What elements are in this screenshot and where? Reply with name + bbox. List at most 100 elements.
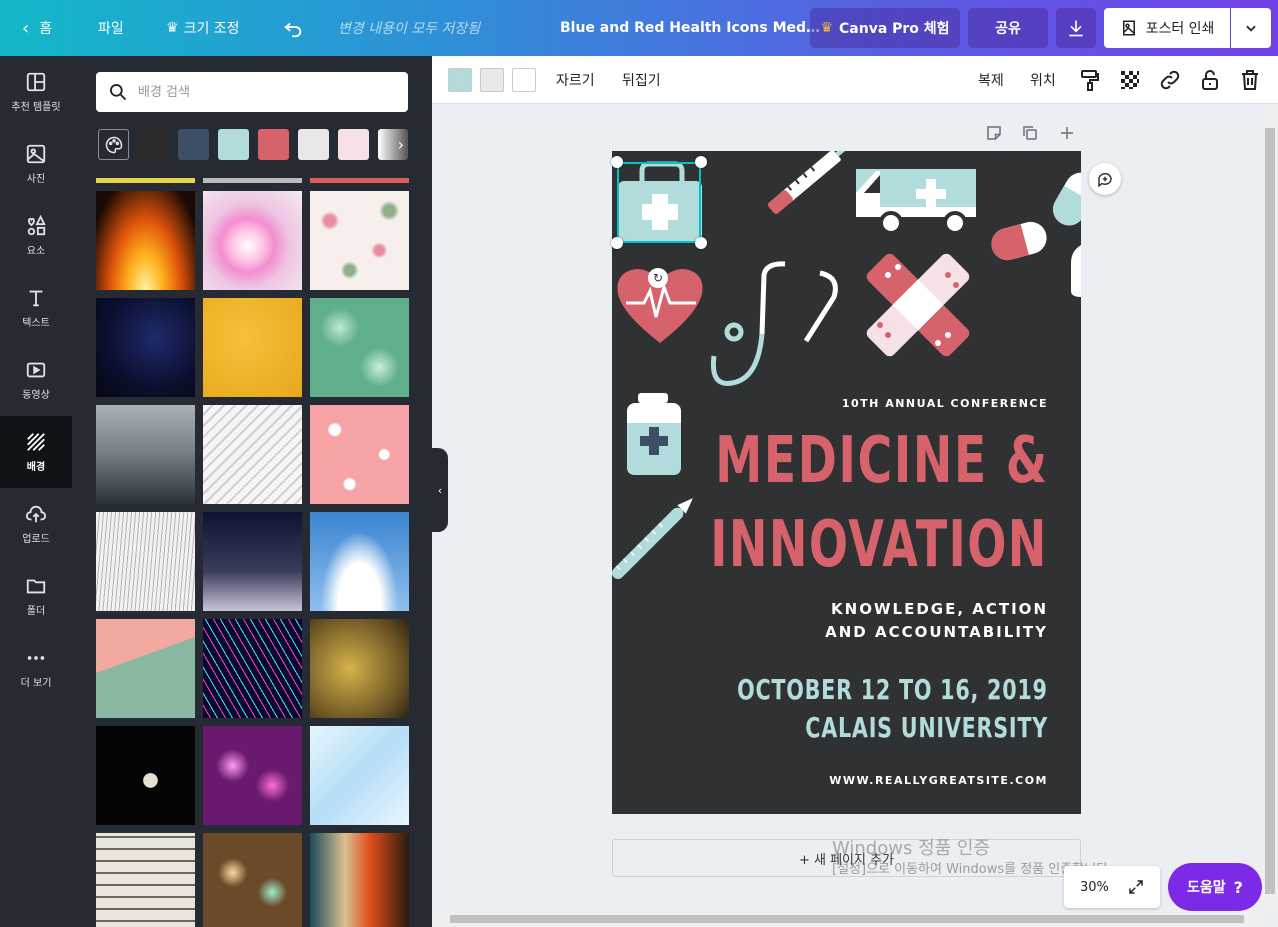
poster-subtitle-line1[interactable]: KNOWLEDGE, ACTION: [831, 600, 1048, 618]
background-thumbnail-ice[interactable]: [310, 726, 409, 825]
pro-trial-button[interactable]: ♛ Canva Pro 체험: [810, 8, 960, 48]
rail-item-folders[interactable]: 폴더: [0, 560, 72, 632]
thumb-partial[interactable]: [96, 178, 195, 183]
background-thumbnail-gold-glitter[interactable]: [310, 619, 409, 718]
poster-kicker[interactable]: 10TH ANNUAL CONFERENCE: [842, 397, 1048, 410]
swatch-2[interactable]: [218, 129, 249, 160]
horizontal-scrollbar[interactable]: [432, 911, 1262, 927]
background-thumbnail-pink-splash[interactable]: [203, 191, 302, 290]
background-search[interactable]: [96, 72, 408, 112]
background-thumbnail-purple-bokeh[interactable]: [203, 726, 302, 825]
background-thumbnail-night-sky[interactable]: [96, 298, 195, 397]
resize-handle[interactable]: [611, 237, 623, 249]
paint-roller-icon[interactable]: [1078, 68, 1102, 92]
poster-website[interactable]: WWW.REALLYGREATSITE.COM: [829, 774, 1048, 787]
download-button[interactable]: [1056, 8, 1096, 48]
copy-page-icon[interactable]: [1021, 124, 1039, 142]
rail-item-text[interactable]: 텍스트: [0, 272, 72, 344]
rail-item-photos[interactable]: 사진: [0, 128, 72, 200]
rail-label: 사진: [26, 174, 46, 185]
rail-item-more[interactable]: 더 보기: [0, 632, 72, 704]
swatch-3[interactable]: [258, 129, 289, 160]
color-swatch-0[interactable]: [448, 68, 472, 92]
fullscreen-icon[interactable]: [1127, 878, 1145, 896]
add-page-icon[interactable]: [1058, 124, 1076, 142]
background-thumbnail-crescent-moon[interactable]: [96, 726, 195, 825]
rail-item-templates[interactable]: 추천 템플릿: [0, 56, 72, 128]
home-button[interactable]: ‹ 홈: [22, 0, 52, 56]
unlock-icon[interactable]: [1198, 68, 1222, 92]
palette-button[interactable]: [98, 129, 129, 160]
note-icon[interactable]: [985, 124, 1003, 142]
background-thumbnail-abstract-paint[interactable]: [310, 833, 409, 927]
background-thumbnail-starry-gradient[interactable]: [203, 512, 302, 611]
save-status: 변경 내용이 모두 저장됨: [338, 21, 481, 37]
scroll-thumb[interactable]: [450, 915, 1244, 923]
poster-venue[interactable]: CALAIS UNIVERSITY: [805, 711, 1048, 744]
swatch-scroll-right[interactable]: ›: [378, 129, 408, 160]
trash-icon[interactable]: [1238, 68, 1262, 92]
background-thumbnail-court-lines[interactable]: [96, 619, 195, 718]
resize-handle[interactable]: [695, 156, 707, 168]
help-label: 도움말: [1187, 880, 1226, 896]
undo-button[interactable]: [282, 0, 304, 56]
background-thumbnail-white-waves[interactable]: [203, 405, 302, 504]
swatch-4[interactable]: [298, 129, 329, 160]
crop-button[interactable]: 자르기: [556, 56, 595, 104]
background-thumbnail-foggy-forest[interactable]: [96, 405, 195, 504]
pill-icon: [991, 221, 1047, 261]
link-icon[interactable]: [1158, 68, 1182, 92]
background-thumbnail-lasers[interactable]: [203, 619, 302, 718]
file-menu[interactable]: 파일: [98, 0, 124, 56]
share-button[interactable]: 공유: [968, 8, 1048, 48]
background-thumbnail-daisies-on-pink[interactable]: [310, 405, 409, 504]
background-thumbnail-floral[interactable]: [310, 191, 409, 290]
left-rail: 추천 템플릿 사진 요소 텍스트 동영상 배경 업로드 폴더 더 보기: [0, 56, 72, 927]
color-swatch-1[interactable]: [480, 68, 504, 92]
background-thumbnail-birch-bark[interactable]: [96, 833, 195, 927]
print-options-button[interactable]: [1231, 8, 1271, 48]
poster-date[interactable]: OCTOBER 12 TO 16, 2019: [737, 673, 1048, 706]
background-thumbnail-white-wood[interactable]: [96, 512, 195, 611]
background-thumbnail-yellow-texture[interactable]: [203, 298, 302, 397]
shapes-icon: [27, 215, 46, 236]
thumb-partial[interactable]: [310, 178, 409, 183]
print-poster-button[interactable]: 포스터 인쇄: [1104, 8, 1230, 48]
poster-title-line1[interactable]: MEDICINE &: [715, 419, 1048, 503]
help-button[interactable]: 도움말 ?: [1168, 863, 1262, 911]
rail-item-background[interactable]: 배경: [0, 416, 72, 488]
background-thumbnail-fire[interactable]: [96, 191, 195, 290]
scroll-thumb[interactable]: [1265, 128, 1275, 894]
rail-item-video[interactable]: 동영상: [0, 344, 72, 416]
download-icon: [1069, 20, 1083, 37]
poster-canvas[interactable]: 10TH ANNUAL CONFERENCE MEDICINE & INNOVA…: [612, 151, 1081, 814]
position-button[interactable]: 위치: [1030, 56, 1056, 104]
color-swatch-2[interactable]: [512, 68, 536, 92]
search-input[interactable]: [138, 84, 388, 100]
thumb-partial[interactable]: [203, 178, 302, 183]
resize-handle[interactable]: [695, 237, 707, 249]
vertical-scrollbar[interactable]: [1262, 104, 1278, 912]
document-title[interactable]: Blue and Red Health Icons Med…: [560, 0, 820, 56]
rail-item-uploads[interactable]: 업로드: [0, 488, 72, 560]
resize-button[interactable]: ♛ 크기 조정: [166, 0, 240, 56]
poster-title-line2[interactable]: INNOVATION: [710, 503, 1048, 587]
background-thumbnail-golden-bokeh[interactable]: [203, 833, 302, 927]
swatch-1[interactable]: [178, 129, 209, 160]
swatch-0[interactable]: [138, 129, 169, 160]
rail-item-elements[interactable]: 요소: [0, 200, 72, 272]
duplicate-button[interactable]: 복제: [978, 56, 1004, 104]
background-thumbnail-green-bokeh[interactable]: [310, 298, 409, 397]
resize-handle[interactable]: [611, 156, 623, 168]
transparency-icon[interactable]: [1118, 68, 1142, 92]
medicine-bottle-icon: [627, 393, 681, 475]
photo-icon: [26, 144, 46, 164]
swatch-5[interactable]: [338, 129, 369, 160]
comment-button[interactable]: [1089, 163, 1121, 195]
background-thumbnail-clouds[interactable]: [310, 512, 409, 611]
collapse-panel-button[interactable]: ‹: [432, 448, 448, 532]
rotate-handle[interactable]: ↻: [648, 268, 668, 288]
flip-button[interactable]: 뒤집기: [622, 56, 661, 104]
zoom-control[interactable]: 30%: [1064, 866, 1160, 908]
poster-subtitle-line2[interactable]: AND ACCOUNTABILITY: [825, 623, 1048, 641]
